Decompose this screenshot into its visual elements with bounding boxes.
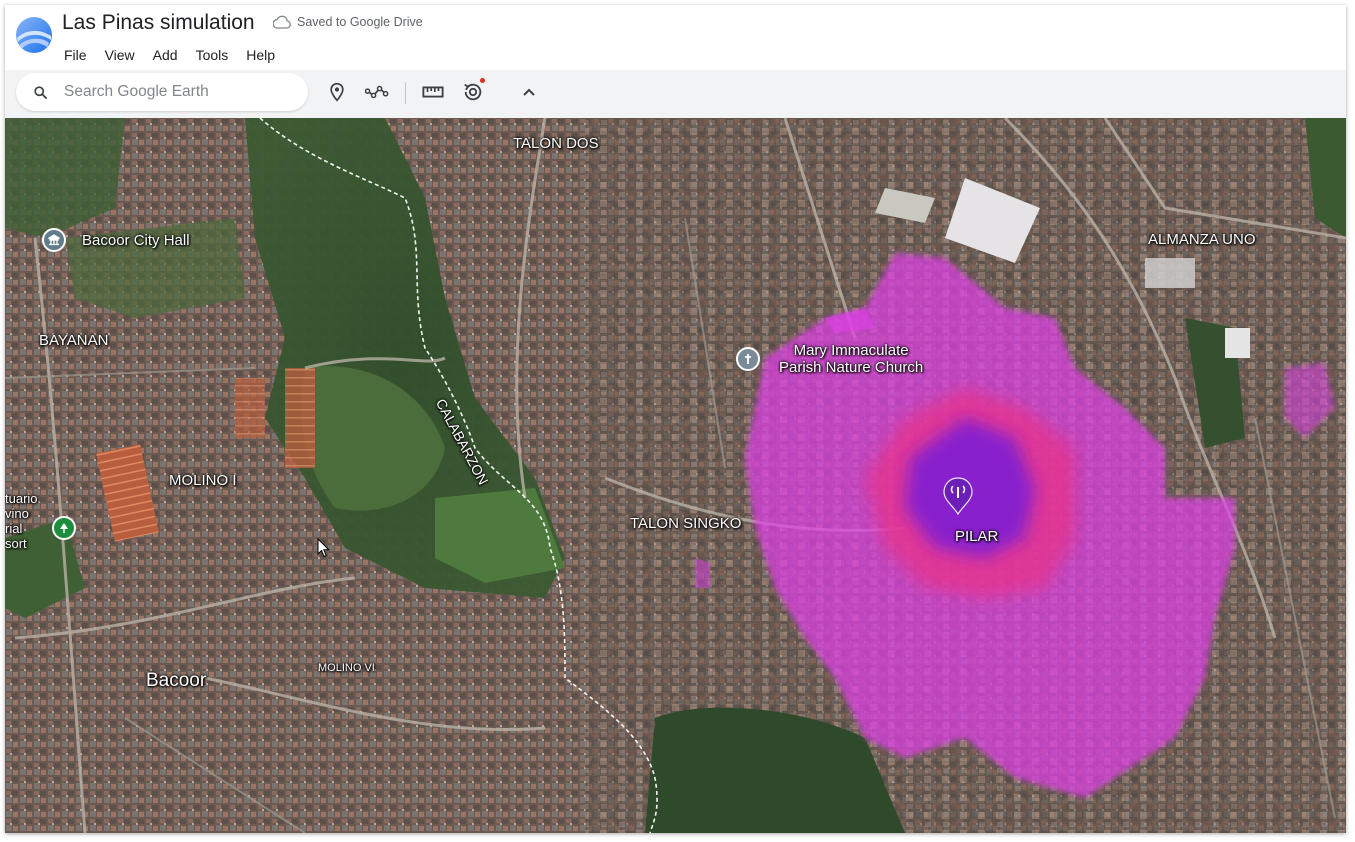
map-label-bacoor[interactable]: Bacoor (146, 670, 206, 692)
menu-tools[interactable]: Tools (187, 45, 238, 65)
voyager-icon (464, 83, 482, 101)
draw-path-button[interactable] (365, 80, 389, 104)
menu-add[interactable]: Add (144, 45, 187, 65)
map-label-almanza-uno[interactable]: ALMANZA UNO (1148, 231, 1256, 248)
chevron-up-icon (523, 88, 535, 96)
search-input[interactable] (62, 82, 286, 102)
map-label-bayanan[interactable]: BAYANAN (39, 332, 108, 349)
notification-dot (480, 78, 485, 83)
map-label-partial-left[interactable]: tuario vino rial sort (5, 491, 38, 552)
ruler-icon (422, 86, 444, 98)
placemark-icon (330, 82, 344, 102)
save-status: Saved to Google Drive (273, 15, 423, 29)
city-hall-icon[interactable] (42, 228, 66, 252)
app-window: Las Pinas simulation Saved to Google Dri… (5, 5, 1346, 833)
mouse-cursor-icon (317, 538, 331, 558)
voyager-button[interactable] (461, 78, 485, 104)
measure-button[interactable] (421, 80, 445, 104)
menu-file[interactable]: File (55, 45, 96, 65)
menu-help[interactable]: Help (237, 45, 284, 65)
app-header: Las Pinas simulation Saved to Google Dri… (5, 5, 1346, 70)
map-label-molino-i[interactable]: MOLINO I (169, 472, 237, 489)
toolbar-divider (405, 82, 406, 104)
menu-view[interactable]: View (96, 45, 144, 65)
collapse-toolbar-button[interactable] (517, 80, 541, 104)
map-label-bacoor-city-hall[interactable]: Bacoor City Hall (82, 232, 190, 249)
map-label-molino-vi[interactable]: MOLINO VI (318, 662, 375, 675)
park-icon[interactable] (52, 516, 76, 540)
church-icon[interactable] (736, 347, 760, 371)
path-icon (365, 85, 389, 99)
search-icon (34, 85, 47, 99)
add-placemark-button[interactable] (325, 80, 349, 104)
map-label-pilar[interactable]: PILAR (955, 528, 998, 545)
document-title[interactable]: Las Pinas simulation (62, 11, 255, 35)
map-label-talon-singko[interactable]: TALON SINGKO (630, 515, 741, 532)
menu-bar: File View Add Tools Help (55, 45, 284, 65)
search-box[interactable] (16, 73, 308, 111)
toolbar (5, 70, 1346, 118)
cloud-done-icon (273, 15, 291, 29)
map-view[interactable]: TALON DOS ALMANZA UNO Bacoor City Hall B… (5, 118, 1346, 833)
map-label-mary-immaculate-church[interactable]: Mary Immaculate Parish Nature Church (779, 342, 923, 377)
google-earth-logo-icon[interactable] (15, 16, 53, 54)
map-label-talon-dos[interactable]: TALON DOS (513, 135, 599, 152)
save-status-text: Saved to Google Drive (297, 15, 423, 29)
